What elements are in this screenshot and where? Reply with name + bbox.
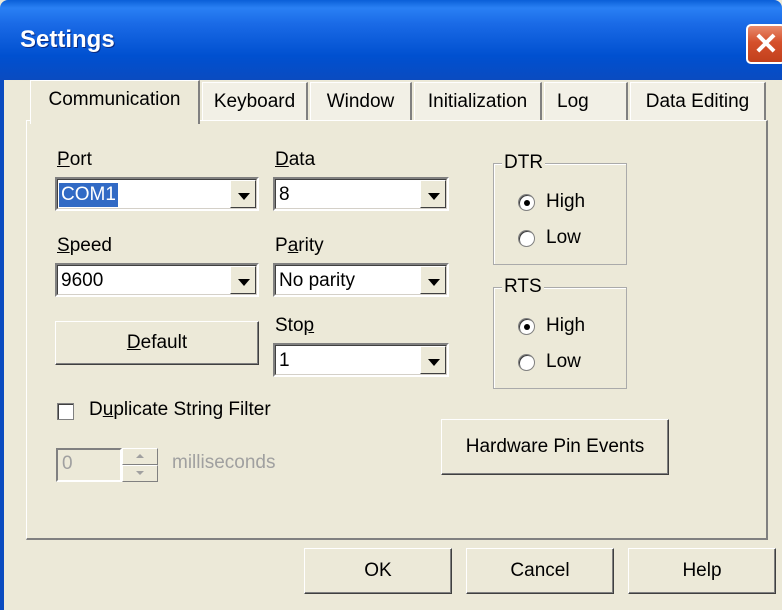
dtr-high-label: High <box>546 191 586 212</box>
dtr-legend: DTR <box>502 152 546 174</box>
rts-legend: RTS <box>502 276 544 298</box>
ok-button[interactable]: OK <box>304 548 452 594</box>
tab-keyboard[interactable]: Keyboard <box>202 82 308 120</box>
chevron-down-icon[interactable] <box>420 346 446 374</box>
rts-group: RTS High Low <box>493 276 627 389</box>
speed-select[interactable]: 9600 <box>55 263 259 297</box>
help-button[interactable]: Help <box>628 548 776 594</box>
window-title: Settings <box>20 26 115 53</box>
rts-low-label: Low <box>546 351 581 372</box>
chevron-down-icon[interactable] <box>420 180 446 208</box>
speed-label: Speed <box>57 235 112 256</box>
tab-data-editing[interactable]: Data Editing <box>630 82 766 120</box>
tab-initialization[interactable]: Initialization <box>414 82 542 120</box>
duplicate-filter-checkbox[interactable] <box>57 403 74 420</box>
port-label: Port <box>57 149 92 170</box>
port-select[interactable]: COM1 <box>55 177 259 211</box>
tab-window[interactable]: Window <box>310 82 412 120</box>
milliseconds-label: milliseconds <box>172 452 276 473</box>
close-button[interactable]: ✕ <box>746 24 782 64</box>
title-bar <box>0 0 782 80</box>
close-icon: ✕ <box>753 28 779 61</box>
data-bits-select[interactable]: 8 <box>273 177 449 211</box>
rts-low-radio[interactable] <box>518 354 535 371</box>
tab-communication[interactable]: Communication <box>30 80 200 124</box>
chevron-down-icon[interactable] <box>230 266 256 294</box>
stop-label: Stop <box>275 315 315 336</box>
data-value: 8 <box>279 184 290 205</box>
cancel-button[interactable]: Cancel <box>466 548 614 594</box>
parity-value: No parity <box>279 270 356 291</box>
dtr-group: DTR High Low <box>493 152 627 265</box>
duplicate-filter-label: Duplicate String Filter <box>89 399 271 420</box>
chevron-down-icon[interactable] <box>420 266 446 294</box>
tab-log[interactable]: Log <box>544 82 628 120</box>
milliseconds-value: 0 <box>62 453 73 474</box>
spin-up-icon[interactable] <box>122 448 158 465</box>
speed-value: 9600 <box>61 270 104 291</box>
milliseconds-input[interactable]: 0 <box>56 448 122 482</box>
stop-value: 1 <box>279 350 290 371</box>
chevron-down-icon[interactable] <box>230 180 256 208</box>
data-label: Data <box>275 149 316 170</box>
dtr-low-label: Low <box>546 227 581 248</box>
hardware-pin-events-button[interactable]: Hardware Pin Events <box>441 419 669 475</box>
stop-bits-select[interactable]: 1 <box>273 343 449 377</box>
dtr-high-radio[interactable] <box>518 194 535 211</box>
rts-high-radio[interactable] <box>518 318 535 335</box>
dtr-low-radio[interactable] <box>518 230 535 247</box>
parity-select[interactable]: No parity <box>273 263 449 297</box>
parity-label: Parity <box>275 235 324 256</box>
default-button[interactable]: Default <box>55 321 259 365</box>
spin-down-icon[interactable] <box>122 465 158 482</box>
port-value: COM1 <box>59 183 118 207</box>
window-frame-left <box>0 80 4 610</box>
milliseconds-spinner[interactable] <box>122 448 158 482</box>
rts-high-label: High <box>546 315 586 336</box>
